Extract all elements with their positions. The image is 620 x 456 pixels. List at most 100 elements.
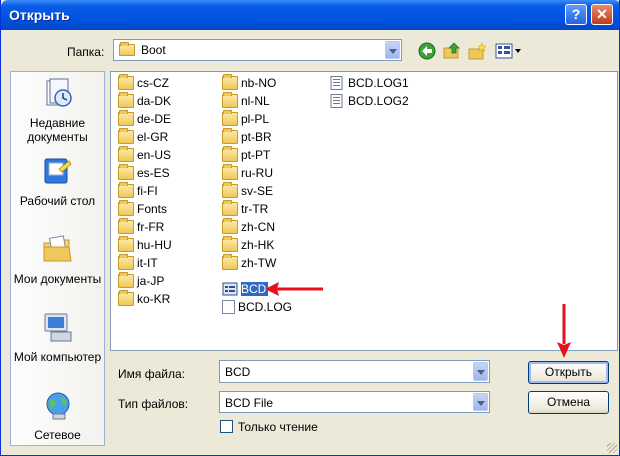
folder-icon bbox=[222, 200, 238, 216]
folder-icon bbox=[118, 236, 134, 252]
close-button[interactable]: ✕ bbox=[591, 4, 613, 25]
folder-icon bbox=[222, 254, 238, 270]
folder-item[interactable]: pt-BR bbox=[222, 128, 272, 145]
folder-item[interactable]: en-US bbox=[118, 146, 171, 163]
folder-icon bbox=[118, 290, 134, 306]
folder-icon bbox=[118, 182, 134, 198]
folder-item[interactable]: nb-NO bbox=[222, 74, 276, 91]
place-network[interactable]: Сетевое bbox=[11, 390, 104, 442]
folder-icon bbox=[118, 92, 134, 108]
chevron-down-icon[interactable] bbox=[473, 393, 488, 411]
folder-icon bbox=[118, 74, 134, 90]
folder-name: ru-RU bbox=[241, 166, 273, 180]
folder-item[interactable]: tr-TR bbox=[222, 200, 268, 217]
my-computer-icon bbox=[44, 313, 71, 342]
folder-item[interactable]: es-ES bbox=[118, 164, 170, 181]
places-bar: Недавние документы Рабочий стол Мои доку… bbox=[10, 71, 105, 446]
folder-name: es-ES bbox=[137, 166, 170, 180]
folder-name: zh-HK bbox=[241, 238, 275, 252]
folder-name: de-DE bbox=[137, 112, 172, 126]
folder-name: pt-PT bbox=[241, 148, 271, 162]
folder-item[interactable]: da-DK bbox=[118, 92, 172, 109]
folder-name: da-DK bbox=[137, 94, 172, 108]
folder-item[interactable]: it-IT bbox=[118, 254, 158, 271]
annotation-arrow-icon bbox=[265, 282, 323, 296]
readonly-label: Только чтение bbox=[238, 420, 318, 434]
folder-item[interactable]: el-GR bbox=[118, 128, 169, 145]
folder-icon bbox=[222, 236, 238, 252]
folder-item[interactable]: pl-PL bbox=[222, 110, 269, 127]
folder-name: hu-HU bbox=[137, 238, 172, 252]
file-item[interactable]: BCD.LOG1 bbox=[329, 75, 409, 91]
folder-item[interactable]: zh-CN bbox=[222, 218, 276, 235]
folder-name: ja-JP bbox=[137, 274, 165, 288]
text-file-icon bbox=[222, 300, 235, 314]
place-my-computer[interactable]: Мой компьютер bbox=[11, 312, 104, 364]
folder-icon bbox=[222, 92, 238, 108]
annotation-arrow-down-icon bbox=[557, 304, 571, 358]
folder-name: pt-BR bbox=[241, 130, 272, 144]
folder-item[interactable]: zh-HK bbox=[222, 236, 275, 253]
new-folder-icon[interactable] bbox=[467, 41, 487, 61]
open-file-dialog: Открыть ? ✕ Папка: Boot Недавние докумен… bbox=[0, 0, 620, 456]
folder-item[interactable]: fi-FI bbox=[118, 182, 158, 199]
folder-name: nl-NL bbox=[241, 94, 270, 108]
file-name: BCD.LOG1 bbox=[348, 76, 409, 90]
folder-item[interactable]: ko-KR bbox=[118, 290, 170, 307]
folder-name: it-IT bbox=[137, 256, 158, 270]
place-my-documents[interactable]: Мои документы bbox=[11, 234, 104, 286]
place-desktop[interactable]: Рабочий стол bbox=[11, 156, 104, 208]
folder-name: Fonts bbox=[137, 202, 168, 216]
filetype-combo[interactable]: BCD File bbox=[219, 391, 490, 413]
folder-item[interactable]: sv-SE bbox=[222, 182, 274, 199]
folder-item[interactable]: nl-NL bbox=[222, 92, 270, 109]
file-list[interactable]: cs-CZ da-DK de-DE el-GR en-US es-ES fi-F… bbox=[110, 71, 618, 351]
title-bar[interactable]: Открыть ? ✕ bbox=[1, 0, 619, 30]
file-item[interactable]: BCD.LOG bbox=[222, 299, 292, 315]
folder-item[interactable]: Fonts bbox=[118, 200, 168, 217]
my-documents-icon bbox=[43, 235, 72, 262]
readonly-checkbox[interactable] bbox=[220, 420, 233, 433]
folder-icon bbox=[222, 74, 238, 90]
desktop-icon bbox=[44, 158, 72, 184]
folder-item[interactable]: pt-PT bbox=[222, 146, 271, 163]
folder-icon bbox=[222, 110, 238, 126]
folder-item[interactable]: zh-TW bbox=[222, 254, 276, 271]
folder-item[interactable]: cs-CZ bbox=[118, 74, 169, 91]
folder-icon bbox=[118, 218, 134, 234]
folder-name: cs-CZ bbox=[137, 76, 169, 90]
folder-item[interactable]: hu-HU bbox=[118, 236, 172, 253]
place-recent-documents[interactable]: Недавние документы bbox=[11, 78, 104, 144]
folder-icon bbox=[118, 164, 134, 180]
log-file-icon bbox=[330, 94, 343, 108]
filename-combo[interactable]: BCD bbox=[219, 360, 490, 383]
place-label-desktop: Рабочий стол bbox=[19, 194, 96, 208]
file-item-bcd-selected[interactable]: BCD bbox=[222, 281, 269, 297]
folder-item[interactable]: ru-RU bbox=[222, 164, 273, 181]
folder-name: zh-CN bbox=[241, 220, 276, 234]
folder-combo[interactable]: Boot bbox=[113, 39, 402, 61]
chevron-down-icon[interactable] bbox=[385, 41, 400, 59]
file-item[interactable]: BCD.LOG2 bbox=[329, 93, 409, 109]
folder-name: el-GR bbox=[137, 130, 169, 144]
view-menu-icon[interactable] bbox=[494, 41, 522, 61]
up-folder-icon[interactable] bbox=[442, 41, 462, 61]
open-button[interactable]: Открыть bbox=[528, 361, 609, 384]
back-icon[interactable] bbox=[417, 41, 437, 61]
filetype-label: Тип файлов: bbox=[118, 397, 189, 411]
folder-item[interactable]: ja-JP bbox=[118, 272, 165, 289]
help-button[interactable]: ? bbox=[565, 4, 587, 25]
chevron-down-icon[interactable] bbox=[473, 362, 488, 381]
folder-icon bbox=[222, 146, 238, 162]
recent-documents-icon bbox=[46, 78, 72, 107]
folder-name: fi-FI bbox=[137, 184, 158, 198]
folder-icon bbox=[118, 146, 134, 162]
resize-grip[interactable] bbox=[607, 443, 617, 453]
folder-icon bbox=[118, 110, 134, 126]
log-file-icon bbox=[330, 76, 343, 90]
folder-item[interactable]: de-DE bbox=[118, 110, 172, 127]
folder-item[interactable]: fr-FR bbox=[118, 218, 164, 235]
cancel-button[interactable]: Отмена bbox=[528, 391, 609, 414]
registry-file-icon bbox=[222, 282, 238, 296]
folder-name: sv-SE bbox=[241, 184, 274, 198]
